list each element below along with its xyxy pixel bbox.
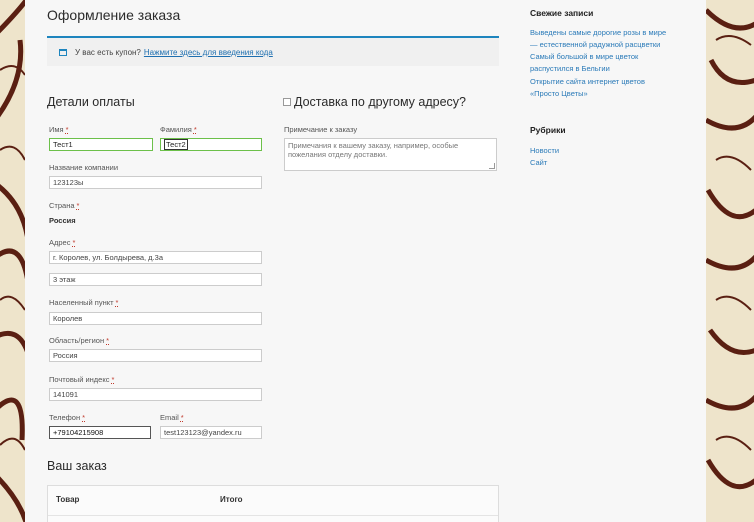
- page-container: Оформление заказа У вас есть купон? Нажм…: [25, 0, 706, 522]
- order-notes-label: Примечание к заказу: [284, 125, 358, 134]
- first-name-label: Имя *: [49, 125, 69, 134]
- postcode-input[interactable]: 141091: [49, 388, 262, 401]
- recent-post-link[interactable]: распустился в Бельгии: [530, 64, 610, 74]
- coupon-notice: У вас есть купон? Нажмите здесь для введ…: [47, 36, 499, 66]
- last-name-input[interactable]: Тест2: [160, 138, 262, 151]
- country-label: Страна *: [49, 201, 80, 210]
- order-notes-textarea[interactable]: Примечания к вашему заказу, например, ос…: [284, 138, 497, 171]
- address-label: Адрес *: [49, 238, 76, 247]
- background-pattern-right: [706, 0, 754, 522]
- order-notes-placeholder: Примечания к вашему заказу, например, ос…: [288, 141, 459, 159]
- order-table: Товар Итого: [47, 485, 499, 522]
- company-label: Название компании: [49, 163, 119, 172]
- country-value: Россия: [49, 216, 76, 225]
- recent-post-link[interactable]: Выведены самые дорогие розы в мире: [530, 28, 666, 38]
- email-input[interactable]: test123123@yandex.ru: [160, 426, 262, 439]
- order-col-product: Товар: [56, 495, 80, 504]
- category-link-site[interactable]: Сайт: [530, 158, 547, 168]
- resize-handle-icon[interactable]: [489, 163, 495, 169]
- recent-posts-title: Свежие записи: [530, 8, 594, 18]
- ship-to-different-address-checkbox[interactable]: [283, 98, 291, 106]
- company-input[interactable]: 123123ы: [49, 176, 262, 189]
- page-title: Оформление заказа: [47, 7, 181, 23]
- recent-post-link[interactable]: Самый большой в мире цветок: [530, 52, 638, 62]
- coupon-text: У вас есть купон?: [75, 47, 141, 57]
- order-table-divider: [48, 515, 498, 516]
- region-input[interactable]: Россия: [49, 349, 262, 362]
- postcode-label: Почтовый индекс *: [49, 375, 115, 384]
- order-col-total: Итого: [220, 495, 243, 504]
- checkout-main: Оформление заказа У вас есть купон? Нажм…: [47, 0, 499, 522]
- address-line1-input[interactable]: г. Королев, ул. Болдырева, д.3а: [49, 251, 262, 264]
- last-name-label: Фамилия *: [160, 125, 197, 134]
- phone-input[interactable]: +79104215908: [49, 426, 151, 439]
- first-name-input[interactable]: Тест1: [49, 138, 153, 151]
- recent-post-link[interactable]: — естественной радужной расцветки: [530, 40, 660, 50]
- coupon-link[interactable]: Нажмите здесь для введения кода: [144, 48, 273, 57]
- city-label: Населенный пункт *: [49, 298, 119, 307]
- shipping-title[interactable]: Доставка по другому адресу?: [294, 95, 466, 109]
- address-line2-input[interactable]: 3 этаж: [49, 273, 262, 286]
- last-name-value: Тест2: [164, 139, 188, 150]
- email-label: Email *: [160, 413, 184, 422]
- background-pattern-left: [0, 0, 25, 522]
- city-input[interactable]: Королев: [49, 312, 262, 325]
- info-icon: [59, 48, 67, 56]
- category-link-news[interactable]: Новости: [530, 146, 559, 156]
- region-label: Область/регион *: [49, 336, 110, 345]
- recent-post-link[interactable]: «Просто Цветы»: [530, 89, 588, 99]
- recent-post-link[interactable]: Открытие сайта интернет цветов: [530, 77, 645, 87]
- categories-title: Рубрики: [530, 125, 566, 135]
- billing-title: Детали оплаты: [47, 95, 135, 109]
- phone-label: Телефон *: [49, 413, 86, 422]
- order-title: Ваш заказ: [47, 459, 107, 473]
